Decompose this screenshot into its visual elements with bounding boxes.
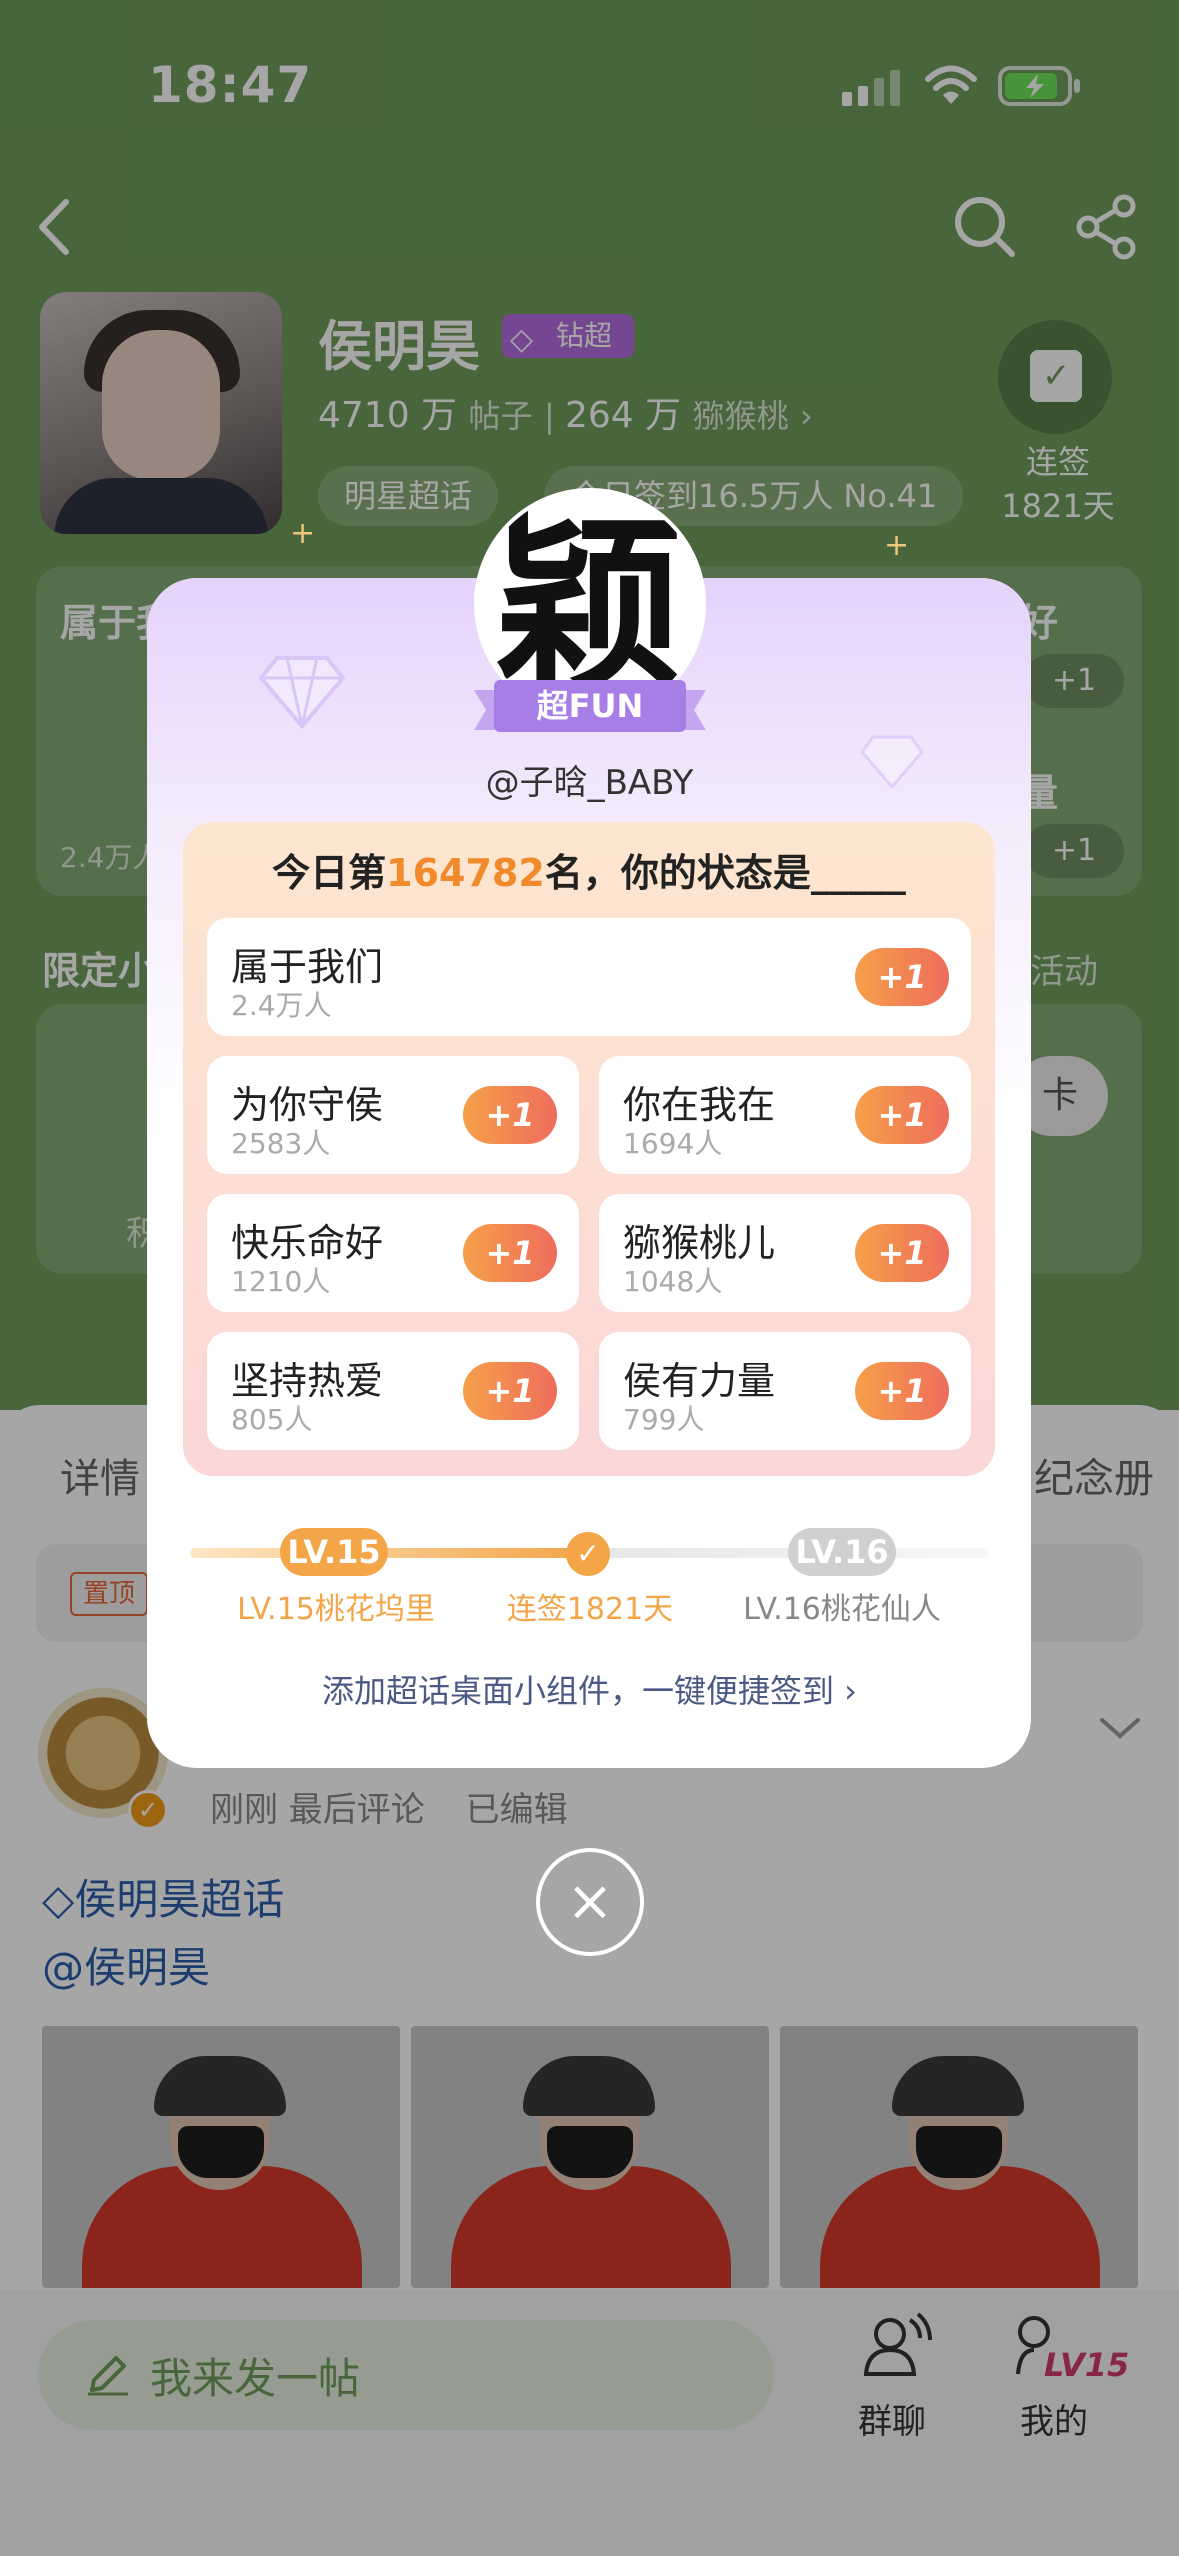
add-widget-link[interactable]: 添加超话桌面小组件，一键便捷签到 ›	[0, 1666, 1179, 1712]
rank-title: 今日第164782名，你的状态是_____	[272, 851, 906, 895]
status-option[interactable]: 快乐命好 1210人 +1	[207, 1194, 579, 1312]
plus-one-button[interactable]: +1	[855, 1086, 949, 1144]
plus-one-button[interactable]: +1	[463, 1086, 557, 1144]
status-option[interactable]: 侯有力量 799人 +1	[599, 1332, 971, 1450]
close-icon: ×	[566, 1869, 614, 1934]
plus-one-button[interactable]: +1	[855, 1362, 949, 1420]
level-next-badge: LV.16	[788, 1528, 896, 1576]
status-option[interactable]: 坚持热爱 805人 +1	[207, 1332, 579, 1450]
plus-one-button[interactable]: +1	[855, 1224, 949, 1282]
level-next-label: LV.16桃花仙人	[743, 1592, 941, 1627]
status-option[interactable]: 你在我在 1694人 +1	[599, 1056, 971, 1174]
checkin-days-label: 连签1821天	[506, 1592, 674, 1627]
fun-banner: 超FUN	[474, 676, 706, 736]
close-button[interactable]: ×	[536, 1848, 644, 1956]
checkin-check-icon: ✓	[566, 1532, 610, 1576]
level-current-label: LV.15桃花坞里	[237, 1592, 435, 1627]
modal-username: @子晗_BABY	[485, 763, 694, 803]
status-option[interactable]: 猕猴桃儿 1048人 +1	[599, 1194, 971, 1312]
plus-one-button[interactable]: +1	[463, 1224, 557, 1282]
status-option[interactable]: 为你守侯 2583人 +1	[207, 1056, 579, 1174]
level-progress-filled	[190, 1548, 588, 1558]
status-option[interactable]: 属于我们 2.4万人 +1	[207, 918, 971, 1036]
diamond-deco-icon	[258, 656, 346, 730]
plus-one-button[interactable]: +1	[463, 1362, 557, 1420]
plus-one-button[interactable]: +1	[855, 948, 949, 1006]
level-current-badge: LV.15	[280, 1528, 388, 1576]
